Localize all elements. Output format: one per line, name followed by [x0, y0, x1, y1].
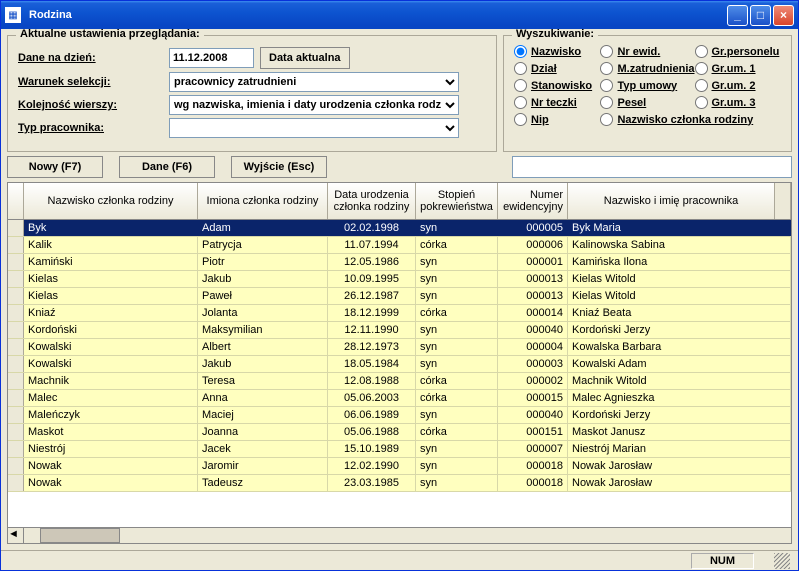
- type-label: Typ pracownika:: [18, 122, 163, 134]
- table-row[interactable]: NowakTadeusz23.03.1985syn000018Nowak Jar…: [8, 475, 791, 492]
- col-birthdate[interactable]: Data urodzenia członka rodziny: [328, 183, 416, 219]
- grid-header: Nazwisko członka rodziny Imiona członka …: [8, 183, 791, 220]
- table-row[interactable]: KielasJakub10.09.1995syn000013Kielas Wit…: [8, 271, 791, 288]
- search-input[interactable]: [512, 156, 792, 178]
- resize-grip[interactable]: [774, 553, 790, 569]
- table-row[interactable]: MaskotJoanna05.06.1988córka000151Maskot …: [8, 424, 791, 441]
- table-row[interactable]: KielasPaweł26.12.1987syn000013Kielas Wit…: [8, 288, 791, 305]
- table-row[interactable]: KowalskiAlbert28.12.1973syn000004Kowalsk…: [8, 339, 791, 356]
- search-radio-gr-um-1[interactable]: Gr.um. 1: [695, 61, 782, 76]
- current-date-button[interactable]: Data aktualna: [260, 47, 350, 69]
- exit-button[interactable]: Wyjście (Esc): [231, 156, 327, 178]
- condition-label: Warunek selekcji:: [18, 76, 163, 88]
- titlebar[interactable]: ▦ Rodzina _ □ ×: [1, 1, 798, 29]
- search-group: Wyszukiwanie: NazwiskoNr ewid.Gr.persone…: [503, 35, 792, 152]
- table-row[interactable]: KalikPatrycja11.07.1994córka000006Kalino…: [8, 237, 791, 254]
- date-label: Dane na dzień:: [18, 52, 163, 64]
- close-button[interactable]: ×: [773, 5, 794, 26]
- condition-select[interactable]: pracownicy zatrudnieni: [169, 72, 459, 92]
- table-row[interactable]: NiestrójJacek15.10.1989syn000007Niestrój…: [8, 441, 791, 458]
- settings-group: Aktualne ustawienia przeglądania: Dane n…: [7, 35, 497, 152]
- table-row[interactable]: MachnikTeresa12.08.1988córka000002Machni…: [8, 373, 791, 390]
- row-selector-header: [8, 183, 24, 219]
- data-grid: Nazwisko członka rodziny Imiona członka …: [7, 182, 792, 544]
- date-input[interactable]: [169, 48, 254, 68]
- grid-body[interactable]: BykAdam02.02.1998syn000005Byk MariaKalik…: [8, 220, 791, 527]
- search-radio-nazwisko-cz-onka-rodziny[interactable]: Nazwisko członka rodziny: [600, 112, 781, 127]
- search-radio-dzia-[interactable]: Dział: [514, 61, 600, 76]
- maximize-button[interactable]: □: [750, 5, 771, 26]
- table-row[interactable]: KowalskiJakub18.05.1984syn000003Kowalski…: [8, 356, 791, 373]
- table-row[interactable]: KamińskiPiotr12.05.1986syn000001Kamińska…: [8, 254, 791, 271]
- search-group-title: Wyszukiwanie:: [512, 29, 598, 40]
- table-row[interactable]: MaleńczykMaciej06.06.1989syn000040Kordoń…: [8, 407, 791, 424]
- table-row[interactable]: MalecAnna05.06.2003córka000015Malec Agni…: [8, 390, 791, 407]
- search-radio-pesel[interactable]: Pesel: [600, 95, 694, 110]
- search-radio-stanowisko[interactable]: Stanowisko: [514, 78, 600, 93]
- search-radio-nr-teczki[interactable]: Nr teczki: [514, 95, 600, 110]
- window-title: Rodzina: [25, 9, 727, 21]
- col-number[interactable]: Numer ewidencyjny: [498, 183, 568, 219]
- search-radio-gr-um-2[interactable]: Gr.um. 2: [695, 78, 782, 93]
- search-radio-m-zatrudnienia[interactable]: M.zatrudnienia: [600, 61, 694, 76]
- order-select[interactable]: wg nazwiska, imienia i daty urodzenia cz…: [169, 95, 459, 115]
- table-row[interactable]: BykAdam02.02.1998syn000005Byk Maria: [8, 220, 791, 237]
- data-button[interactable]: Dane (F6): [119, 156, 215, 178]
- col-names[interactable]: Imiona członka rodziny: [198, 183, 328, 219]
- statusbar: NUM: [1, 550, 798, 570]
- col-employee[interactable]: Nazwisko i imię pracownika: [568, 183, 775, 219]
- app-icon: ▦: [5, 7, 21, 23]
- search-radio-nr-ewid-[interactable]: Nr ewid.: [600, 44, 694, 59]
- type-select[interactable]: [169, 118, 459, 138]
- table-row[interactable]: NowakJaromir12.02.1990syn000018Nowak Jar…: [8, 458, 791, 475]
- table-row[interactable]: KordońskiMaksymilian12.11.1990syn000040K…: [8, 322, 791, 339]
- num-lock-indicator: NUM: [691, 553, 754, 569]
- settings-group-title: Aktualne ustawienia przeglądania:: [16, 29, 204, 40]
- col-surname[interactable]: Nazwisko członka rodziny: [24, 183, 198, 219]
- search-radio-typ-umowy[interactable]: Typ umowy: [600, 78, 694, 93]
- minimize-button[interactable]: _: [727, 5, 748, 26]
- search-radio-gr-personelu[interactable]: Gr.personelu: [695, 44, 782, 59]
- order-label: Kolejność wierszy:: [18, 99, 163, 111]
- horizontal-scrollbar[interactable]: ◄: [8, 527, 791, 543]
- search-radio-nazwisko[interactable]: Nazwisko: [514, 44, 600, 59]
- new-button[interactable]: Nowy (F7): [7, 156, 103, 178]
- app-window: ▦ Rodzina _ □ × Aktualne ustawienia prze…: [0, 0, 799, 571]
- search-radio-nip[interactable]: Nip: [514, 112, 600, 127]
- table-row[interactable]: KniaźJolanta18.12.1999córka000014Kniaź B…: [8, 305, 791, 322]
- scroll-header: [775, 183, 791, 219]
- search-radio-gr-um-3[interactable]: Gr.um. 3: [695, 95, 782, 110]
- col-relation[interactable]: Stopień pokrewieństwa: [416, 183, 498, 219]
